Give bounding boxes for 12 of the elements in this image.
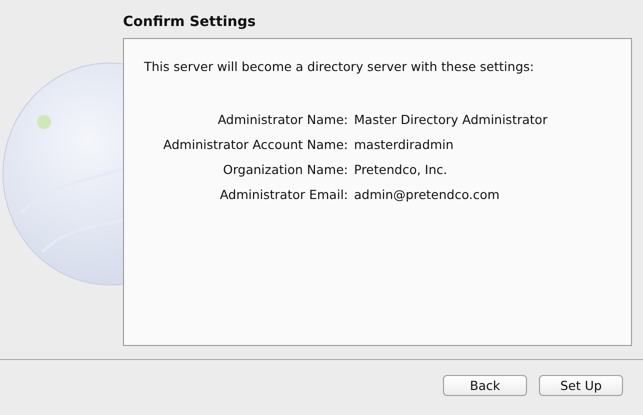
setup-button[interactable]: Set Up xyxy=(539,375,623,396)
setting-label: Administrator Account Name: xyxy=(162,137,348,153)
setting-value: masterdiradmin xyxy=(354,137,455,153)
intro-text: This server will become a directory server with these settings: xyxy=(144,59,535,75)
setting-value: Pretendco, Inc. xyxy=(354,162,448,178)
setting-value: admin@pretendco.com xyxy=(354,187,501,203)
setting-label: Organization Name: xyxy=(222,162,348,178)
setting-label: Administrator Email: xyxy=(218,187,348,203)
back-button[interactable]: Back xyxy=(443,375,527,396)
setting-label: Administrator Name: xyxy=(216,112,348,128)
page-heading: Confirm Settings xyxy=(123,14,257,31)
setting-value: Master Directory Administrator xyxy=(354,112,548,128)
